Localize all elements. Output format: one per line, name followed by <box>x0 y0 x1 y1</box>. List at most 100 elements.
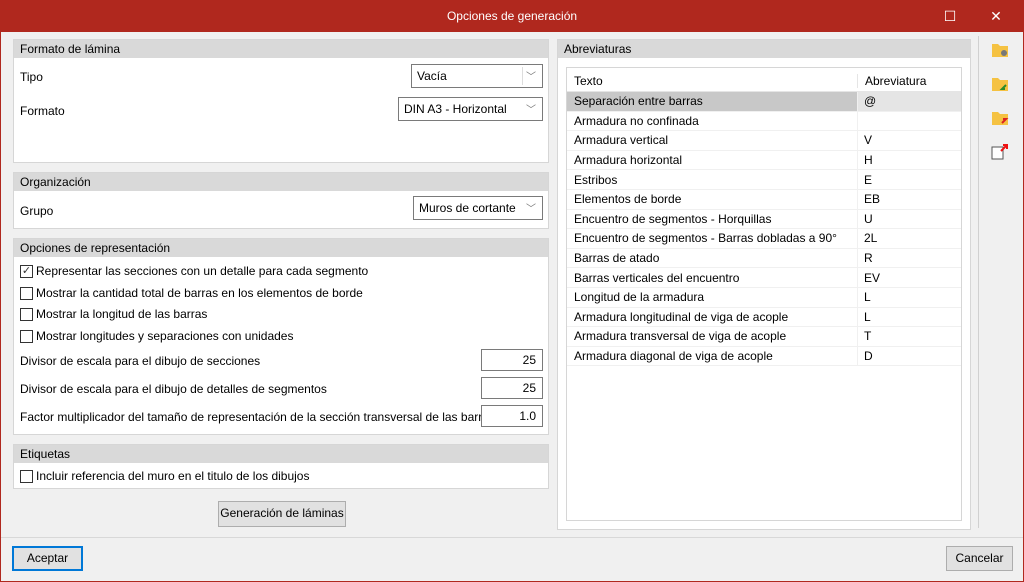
section-header: Etiquetas <box>14 445 548 463</box>
grupo-select[interactable]: Muros de cortante ﹀ <box>413 196 543 220</box>
chevron-down-icon: ﹀ <box>526 204 536 215</box>
cancel-button[interactable]: Cancelar <box>946 546 1013 571</box>
section-formato: Formato de lámina Tipo Vacía ﹀ Formato DI… <box>13 39 549 163</box>
table-row[interactable]: Armadura transversal de viga de acople T <box>567 327 961 347</box>
section-header: Abreviaturas <box>558 40 970 58</box>
section-etiquetas: Etiquetas Incluir referencia del muro en… <box>13 444 549 489</box>
close-icon[interactable]: ✕ <box>986 6 1006 26</box>
cell-abreviatura[interactable]: 2L <box>858 231 961 245</box>
maximize-icon[interactable]: ☐ <box>940 6 960 26</box>
cell-abreviatura[interactable]: D <box>858 349 961 363</box>
escala-secciones-input[interactable]: 25 <box>481 349 543 371</box>
table-row[interactable]: Encuentro de segmentos - Horquillas U <box>567 209 961 230</box>
cell-texto[interactable]: Separación entre barras <box>567 92 858 111</box>
field-label: Divisor de escala para el dibujo de secc… <box>20 354 261 368</box>
factor-input[interactable]: 1.0 <box>481 405 543 427</box>
chevron-down-icon: ﹀ <box>526 72 536 83</box>
cell-texto[interactable]: Longitud de la armadura <box>567 287 858 307</box>
escala-detalles-input[interactable]: 25 <box>481 377 543 399</box>
cell-abreviatura[interactable]: L <box>858 290 961 304</box>
checkbox-label: Mostrar la cantidad total de barras en l… <box>36 286 363 300</box>
table-row[interactable]: Armadura vertical V <box>567 131 961 151</box>
field-label: Factor multiplicador del tamaño de repre… <box>20 410 495 424</box>
table-body: Separación entre barras @ Armadura no conf… <box>567 92 961 367</box>
chevron-down-icon: ﹀ <box>526 105 536 116</box>
table-header: Texto Abreviatura <box>567 70 961 92</box>
cell-abreviatura[interactable]: T <box>858 329 961 343</box>
cell-abreviatura[interactable]: L <box>858 310 961 324</box>
cell-abreviatura[interactable]: H <box>858 153 961 167</box>
checkbox-checked-icon[interactable]: ✓ <box>20 264 33 278</box>
section-header: Organización <box>14 173 548 191</box>
cell-texto[interactable]: Armadura vertical <box>567 131 858 150</box>
section-organizacion: Organización Grupo Muros de cortante ﹀ <box>13 172 549 229</box>
cell-abreviatura[interactable]: R <box>858 251 961 265</box>
cell-texto[interactable]: Barras de atado <box>567 248 858 268</box>
formato-label: Formato <box>20 104 65 118</box>
abbreviations-table: Texto Abreviatura Separación entre barra… <box>566 67 962 521</box>
checkbox-icon[interactable] <box>20 307 33 321</box>
cell-texto[interactable]: Armadura longitudinal de viga de acople <box>567 307 858 327</box>
column-header-texto[interactable]: Texto <box>567 73 858 88</box>
table-row[interactable]: Elementos de borde EB <box>567 189 961 210</box>
cell-texto[interactable]: Armadura diagonal de viga de acople <box>567 346 858 366</box>
checkbox-label: Representar las secciones con un detalle… <box>36 264 369 278</box>
table-row[interactable]: Encuentro de segmentos - Barras dobladas… <box>567 229 961 249</box>
export-table-icon[interactable] <box>991 144 1009 160</box>
grupo-label: Grupo <box>20 204 54 218</box>
accept-button[interactable]: Aceptar <box>12 546 83 571</box>
cell-texto[interactable]: Armadura horizontal <box>567 150 858 170</box>
toolbar-divider <box>978 36 979 528</box>
checkbox-unidades[interactable]: Mostrar longitudes y separaciones con un… <box>20 329 293 343</box>
table-row[interactable]: Barras de atado R <box>567 248 961 269</box>
checkbox-icon[interactable] <box>20 469 33 483</box>
tipo-value: Vacía <box>417 69 447 83</box>
folder-open-icon[interactable] <box>991 42 1009 58</box>
table-row[interactable]: Separación entre barras @ <box>567 92 961 112</box>
cell-texto[interactable]: Armadura no confinada <box>567 111 858 131</box>
column-header-abreviatura[interactable]: Abreviatura <box>858 74 926 88</box>
cell-abreviatura[interactable]: EV <box>858 271 961 285</box>
generate-sheets-button[interactable]: Generación de láminas <box>218 501 346 527</box>
checkbox-longitud-barras[interactable]: Mostrar la longitud de las barras <box>20 307 207 321</box>
checkbox-icon[interactable] <box>20 286 33 300</box>
formato-select[interactable]: DIN A3 - Horizontal ﹀ <box>398 97 543 121</box>
table-row[interactable]: Armadura no confinada <box>567 111 961 132</box>
tipo-label: Tipo <box>20 70 43 84</box>
table-row[interactable]: Barras verticales del encuentro EV <box>567 268 961 288</box>
table-row[interactable]: Armadura longitudinal de viga de acople L <box>567 307 961 328</box>
checkbox-label: Mostrar longitudes y separaciones con un… <box>36 329 294 343</box>
cell-abreviatura[interactable]: E <box>858 173 961 187</box>
cell-texto[interactable]: Estribos <box>567 170 858 189</box>
footer-divider <box>1 537 1023 538</box>
cell-abreviatura[interactable]: V <box>858 133 961 147</box>
title-bar: Opciones de generación ☐ ✕ <box>0 0 1024 32</box>
folder-export-icon[interactable] <box>991 110 1009 126</box>
folder-import-icon[interactable] <box>991 76 1009 92</box>
cell-texto[interactable]: Barras verticales del encuentro <box>567 268 858 287</box>
field-label: Divisor de escala para el dibujo de deta… <box>20 382 327 396</box>
cell-abreviatura[interactable]: U <box>858 212 961 226</box>
cell-abreviatura[interactable]: @ <box>858 94 961 108</box>
section-header: Opciones de representación <box>14 239 548 257</box>
grupo-value: Muros de cortante <box>419 201 516 215</box>
table-row[interactable]: Armadura horizontal H <box>567 150 961 171</box>
table-row[interactable]: Estribos E <box>567 170 961 190</box>
checkbox-icon[interactable] <box>20 329 33 343</box>
cell-texto[interactable]: Armadura transversal de viga de acople <box>567 327 858 346</box>
cell-texto[interactable]: Encuentro de segmentos - Barras dobladas… <box>567 229 858 248</box>
checkbox-detalle-segmento[interactable]: ✓ Representar las secciones con un detall… <box>20 264 368 278</box>
formato-value: DIN A3 - Horizontal <box>404 102 507 116</box>
cell-abreviatura[interactable]: EB <box>858 192 961 206</box>
checkbox-referencia-muro[interactable]: Incluir referencia del muro en el titulo… <box>20 469 309 483</box>
table-row[interactable]: Longitud de la armadura L <box>567 287 961 308</box>
checkbox-cantidad-barras[interactable]: Mostrar la cantidad total de barras en l… <box>20 286 363 300</box>
table-row[interactable]: Armadura diagonal de viga de acople D <box>567 346 961 367</box>
checkbox-label: Incluir referencia del muro en el titulo… <box>36 469 310 483</box>
section-header: Formato de lámina <box>14 40 548 58</box>
window-title: Opciones de generación <box>446 9 578 23</box>
cell-texto[interactable]: Elementos de borde <box>567 189 858 209</box>
tipo-select[interactable]: Vacía ﹀ <box>411 64 543 88</box>
cell-texto[interactable]: Encuentro de segmentos - Horquillas <box>567 209 858 229</box>
checkbox-label: Mostrar la longitud de las barras <box>36 307 208 321</box>
